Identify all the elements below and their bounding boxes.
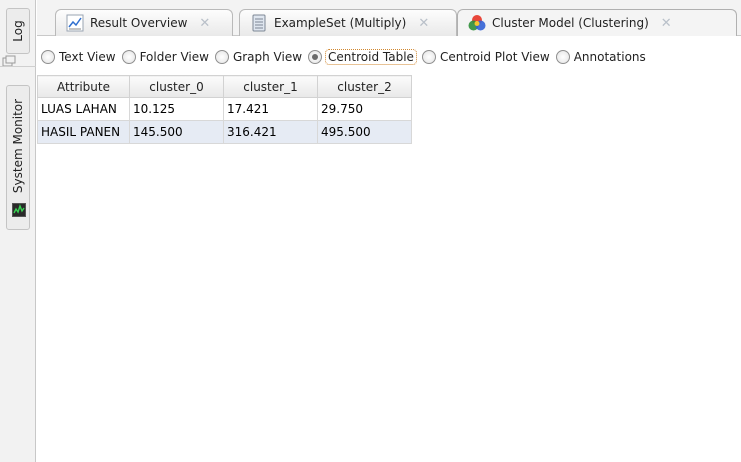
- radio-folder-view-label: Folder View: [139, 50, 209, 64]
- radio-button-icon[interactable]: [214, 50, 229, 64]
- system-monitor-tab-label: System Monitor: [11, 98, 25, 194]
- view-selector: Text View Folder View Graph View Centroi…: [37, 44, 741, 70]
- tab-exampleset[interactable]: ExampleSet (Multiply) ✕: [239, 9, 457, 36]
- radio-button-icon[interactable]: [555, 50, 570, 64]
- radio-annotations-label: Annotations: [573, 50, 646, 64]
- tab-bar: Result Overview ✕ ExampleSet (Multiply) …: [37, 0, 741, 36]
- radio-centroid-plot-view-label: Centroid Plot View: [439, 50, 550, 64]
- table-row[interactable]: LUAS LAHAN 10.125 17.421 29.750: [37, 97, 412, 121]
- table-cell[interactable]: 10.125: [129, 97, 224, 121]
- radio-graph-view[interactable]: Graph View: [214, 50, 303, 64]
- close-icon[interactable]: ✕: [199, 16, 210, 31]
- column-header-attribute[interactable]: Attribute: [37, 75, 130, 98]
- monitor-icon: [12, 203, 26, 217]
- tab-cluster-model-label: Cluster Model (Clustering): [492, 16, 649, 30]
- radio-button-icon[interactable]: [41, 50, 55, 64]
- tab-result-overview[interactable]: Result Overview ✕: [55, 9, 233, 36]
- close-icon[interactable]: ✕: [418, 16, 429, 31]
- table-cell[interactable]: 17.421: [223, 97, 318, 121]
- table-cell[interactable]: HASIL PANEN: [37, 120, 130, 144]
- table-cell[interactable]: 316.421: [223, 120, 318, 144]
- table-header-row: Attribute cluster_0 cluster_1 cluster_2: [37, 75, 412, 98]
- log-tab-label: Log: [11, 20, 25, 42]
- table-cell[interactable]: 29.750: [317, 97, 412, 121]
- radio-annotations[interactable]: Annotations: [555, 50, 646, 64]
- column-header-cluster-2[interactable]: cluster_2: [317, 75, 412, 98]
- radio-button-icon[interactable]: [121, 50, 136, 64]
- radio-graph-view-label: Graph View: [232, 50, 303, 64]
- table-cell[interactable]: 495.500: [317, 120, 412, 144]
- chart-icon: [66, 14, 84, 32]
- radio-text-view-label: Text View: [59, 50, 116, 64]
- table-row[interactable]: HASIL PANEN 145.500 316.421 495.500: [37, 120, 412, 144]
- close-icon[interactable]: ✕: [661, 16, 672, 31]
- log-tab[interactable]: Log: [6, 8, 30, 54]
- radio-text-view[interactable]: Text View: [41, 50, 116, 64]
- radio-centroid-table-label: Centroid Table: [325, 49, 417, 65]
- radio-centroid-plot-view[interactable]: Centroid Plot View: [421, 50, 550, 64]
- column-header-cluster-1[interactable]: cluster_1: [223, 75, 318, 98]
- radio-button-selected-icon[interactable]: [308, 50, 323, 64]
- tab-cluster-model[interactable]: Cluster Model (Clustering) ✕: [457, 9, 737, 36]
- column-header-cluster-0[interactable]: cluster_0: [129, 75, 224, 98]
- table-cell[interactable]: LUAS LAHAN: [37, 97, 130, 121]
- radio-folder-view[interactable]: Folder View: [121, 50, 209, 64]
- centroid-table: Attribute cluster_0 cluster_1 cluster_2 …: [37, 75, 412, 144]
- radio-button-icon[interactable]: [421, 50, 436, 64]
- table-cell[interactable]: 145.500: [129, 120, 224, 144]
- radio-centroid-table[interactable]: Centroid Table: [308, 49, 417, 65]
- tab-exampleset-label: ExampleSet (Multiply): [274, 16, 407, 30]
- side-divider: [0, 66, 36, 67]
- cluster-icon: [468, 15, 486, 31]
- side-panel: Log System Monitor: [0, 0, 36, 462]
- database-icon: [252, 14, 266, 32]
- tab-result-overview-label: Result Overview: [90, 16, 188, 30]
